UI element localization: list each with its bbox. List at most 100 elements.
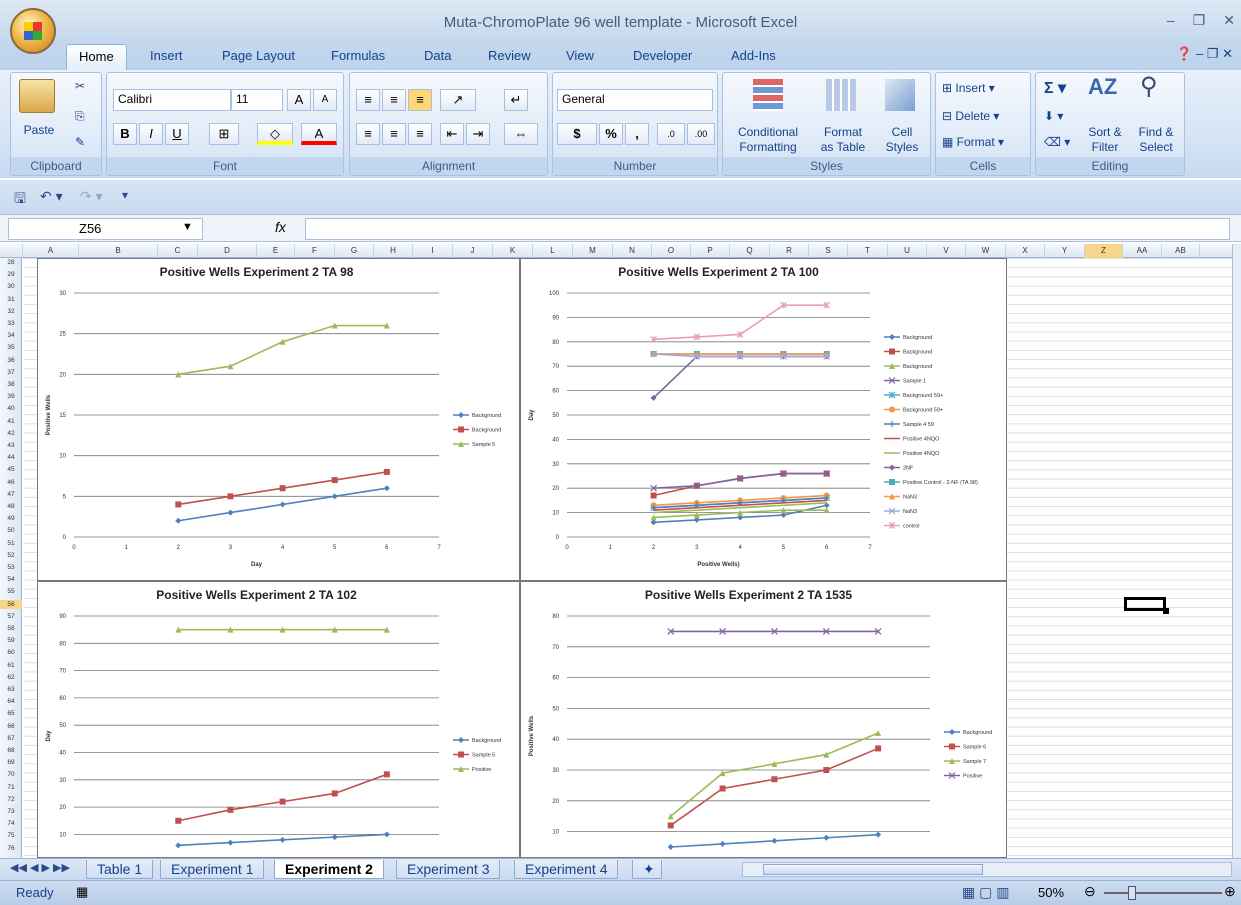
row-header-68[interactable]: 68 — [0, 746, 22, 755]
macro-record-icon[interactable]: ▦ — [76, 884, 88, 900]
row-header-48[interactable]: 48 — [0, 502, 22, 511]
row-header-30[interactable]: 30 — [0, 282, 22, 291]
font-color-icon[interactable]: A — [301, 123, 337, 145]
fill-color-icon[interactable]: ◇ — [257, 123, 293, 145]
column-header-j[interactable]: J — [453, 244, 493, 258]
tab-insert[interactable]: Insert — [150, 48, 183, 63]
row-header-66[interactable]: 66 — [0, 722, 22, 731]
row-header-54[interactable]: 54 — [0, 575, 22, 584]
tab-home[interactable]: Home — [66, 44, 127, 70]
underline-button[interactable]: U — [165, 123, 189, 145]
row-header-50[interactable]: 50 — [0, 526, 22, 535]
comma-button[interactable]: , — [625, 123, 649, 145]
increase-indent-icon[interactable]: ⇥ — [466, 123, 490, 145]
row-header-41[interactable]: 41 — [0, 417, 22, 426]
align-right-icon[interactable]: ≡ — [408, 123, 432, 145]
conditional-formatting-button[interactable]: Conditional Formatting — [727, 125, 809, 155]
row-header-55[interactable]: 55 — [0, 587, 22, 596]
increase-decimal-icon[interactable]: .0 — [657, 123, 685, 145]
decrease-indent-icon[interactable]: ⇤ — [440, 123, 464, 145]
undo-icon[interactable]: ↶ ▾ — [40, 188, 63, 205]
row-header-75[interactable]: 75 — [0, 831, 22, 840]
name-box[interactable]: Z56 — [8, 218, 203, 240]
font-name-select[interactable]: Calibri — [113, 89, 231, 111]
row-header-46[interactable]: 46 — [0, 478, 22, 487]
align-left-icon[interactable]: ≡ — [356, 123, 380, 145]
zoom-in-icon[interactable]: ⊕ — [1224, 883, 1236, 900]
format-button[interactable]: ▦ Format ▾ — [942, 135, 1004, 150]
row-header-71[interactable]: 71 — [0, 783, 22, 792]
column-header-c[interactable]: C — [158, 244, 198, 258]
decrease-decimal-icon[interactable]: .00 — [687, 123, 715, 145]
align-center-icon[interactable]: ≡ — [382, 123, 406, 145]
delete-button[interactable]: ⊟ Delete ▾ — [942, 109, 999, 124]
row-header-51[interactable]: 51 — [0, 539, 22, 548]
view-buttons-icon[interactable]: ▦ ▢ ▥ — [962, 884, 1009, 901]
row-header-57[interactable]: 57 — [0, 612, 22, 621]
zoom-thumb[interactable] — [1128, 886, 1136, 900]
column-header-i[interactable]: I — [413, 244, 453, 258]
tab-review[interactable]: Review — [488, 48, 531, 63]
row-header-58[interactable]: 58 — [0, 624, 22, 633]
copy-icon[interactable]: ⎘ — [75, 109, 85, 124]
row-header-44[interactable]: 44 — [0, 453, 22, 462]
row-header-45[interactable]: 45 — [0, 465, 22, 474]
row-header-42[interactable]: 42 — [0, 429, 22, 438]
column-header-m[interactable]: M — [573, 244, 613, 258]
row-header-69[interactable]: 69 — [0, 758, 22, 767]
row-header-63[interactable]: 63 — [0, 685, 22, 694]
row-header-56[interactable]: 56 — [0, 599, 22, 609]
tab-formulas[interactable]: Formulas — [331, 48, 385, 63]
column-header-b[interactable]: B — [79, 244, 158, 258]
clear-icon[interactable]: ⌫ ▾ — [1044, 135, 1070, 150]
sheet-tab-table-1[interactable]: Table 1 — [86, 860, 154, 879]
column-header-x[interactable]: X — [1006, 244, 1045, 258]
column-header-p[interactable]: P — [691, 244, 730, 258]
chart-ta102[interactable]: Positive Wells Experiment 2 TA 102 10 20 30… — [37, 581, 520, 858]
sheet-tab-experiment-1[interactable]: Experiment 1 — [160, 860, 265, 879]
column-header-l[interactable]: L — [533, 244, 573, 258]
chart-ta98[interactable]: Positive Wells Experiment 2 TA 98 0 5 10 15 2… — [37, 258, 520, 581]
paste-button[interactable]: Paste — [19, 123, 59, 138]
row-header-40[interactable]: 40 — [0, 404, 22, 413]
row-header-53[interactable]: 53 — [0, 563, 22, 572]
chart-ta1535[interactable]: Positive Wells Experiment 2 TA 1535 10 20 3… — [520, 581, 1007, 858]
column-header-d[interactable]: D — [198, 244, 257, 258]
close-icon[interactable]: ✕ — [1223, 12, 1235, 29]
row-header-59[interactable]: 59 — [0, 636, 22, 645]
column-header-z[interactable]: Z — [1085, 244, 1123, 258]
row-header-73[interactable]: 73 — [0, 807, 22, 816]
row-header-74[interactable]: 74 — [0, 819, 22, 828]
customize-qat-icon[interactable]: ▾ — [122, 188, 128, 202]
select-all-corner[interactable] — [0, 244, 23, 258]
column-header-s[interactable]: S — [809, 244, 848, 258]
row-header-36[interactable]: 36 — [0, 356, 22, 365]
formula-input[interactable] — [305, 218, 1230, 240]
row-header-49[interactable]: 49 — [0, 514, 22, 523]
insert-function-icon[interactable]: fx — [275, 219, 286, 235]
column-header-w[interactable]: W — [966, 244, 1006, 258]
row-header-61[interactable]: 61 — [0, 661, 22, 670]
row-header-62[interactable]: 62 — [0, 673, 22, 682]
sheet-tab-experiment-2[interactable]: Experiment 2 — [274, 860, 384, 879]
format-painter-icon[interactable]: ✎ — [75, 135, 85, 150]
column-header-r[interactable]: R — [770, 244, 809, 258]
align-bottom-icon[interactable]: ≡ — [408, 89, 432, 111]
column-header-t[interactable]: T — [848, 244, 888, 258]
tab-view[interactable]: View — [566, 48, 594, 63]
minimize-icon[interactable]: – — [1167, 12, 1175, 29]
italic-button[interactable]: I — [139, 123, 163, 145]
tab-data[interactable]: Data — [424, 48, 451, 63]
restore-icon[interactable]: ❐ — [1193, 12, 1206, 29]
row-header-33[interactable]: 33 — [0, 319, 22, 328]
paste-icon[interactable] — [19, 79, 55, 113]
bold-button[interactable]: B — [113, 123, 137, 145]
row-header-38[interactable]: 38 — [0, 380, 22, 389]
row-header-72[interactable]: 72 — [0, 795, 22, 804]
merge-center-icon[interactable]: ⇔ — [504, 123, 538, 145]
row-header-47[interactable]: 47 — [0, 490, 22, 499]
align-top-icon[interactable]: ≡ — [356, 89, 380, 111]
wrap-text-icon[interactable]: ↵ — [504, 89, 528, 111]
column-header-f[interactable]: F — [295, 244, 335, 258]
column-header-u[interactable]: U — [888, 244, 927, 258]
